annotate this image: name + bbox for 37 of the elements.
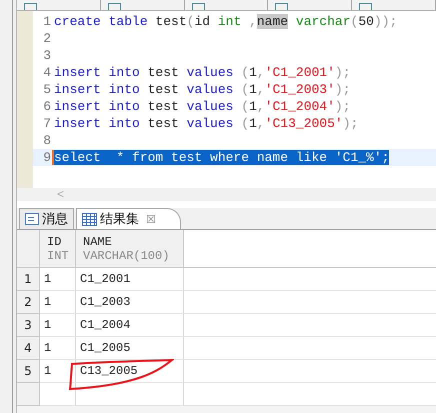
table-icon (359, 3, 372, 10)
row-number: 3 (17, 314, 40, 337)
code-line: insert into test values (1,'C1_2001'); (53, 65, 351, 80)
editor-tab[interactable] (268, 0, 352, 10)
result-tab[interactable]: 结果集 ☒ (76, 208, 181, 229)
line-number: 4 (42, 65, 52, 80)
editor-tab[interactable] (352, 0, 436, 10)
code-line: insert into test values (1,'C13_2005'); (53, 116, 358, 131)
line-number: 7 (42, 116, 52, 131)
editor-tab[interactable] (17, 0, 101, 10)
table-icon (24, 3, 37, 10)
table-icon (82, 212, 97, 226)
line-number: 5 (42, 82, 52, 97)
code-line: create table test(id int ,name varchar(50)); (53, 14, 398, 29)
message-icon (25, 213, 39, 225)
row-number: 5 (17, 360, 40, 383)
result-tab[interactable]: 消息 (19, 208, 74, 229)
column-header[interactable]: ID INT (40, 230, 76, 268)
column-header[interactable]: NAME VARCHAR(100) (76, 230, 184, 268)
line-number: 2 (42, 31, 52, 46)
editor-tab[interactable] (184, 0, 268, 10)
close-button[interactable]: ☒ (146, 212, 156, 226)
code-line: insert into test values (1,'C1_2003'); (53, 82, 351, 97)
table-cell (40, 383, 76, 406)
line-number: 3 (42, 48, 52, 63)
table-icon (192, 3, 205, 10)
code-line: insert into test values (1,'C1_2004'); (53, 99, 351, 114)
row-number: 2 (17, 291, 40, 314)
row-number: 1 (17, 268, 40, 291)
table-icon (108, 3, 121, 10)
table-icon (275, 3, 288, 10)
line-number: 9 (42, 150, 52, 165)
line-number: 8 (42, 133, 52, 148)
editor-tab[interactable] (100, 0, 185, 10)
line-number: 6 (42, 99, 52, 114)
line-number: 1 (42, 14, 52, 29)
row-number: 4 (17, 337, 40, 360)
